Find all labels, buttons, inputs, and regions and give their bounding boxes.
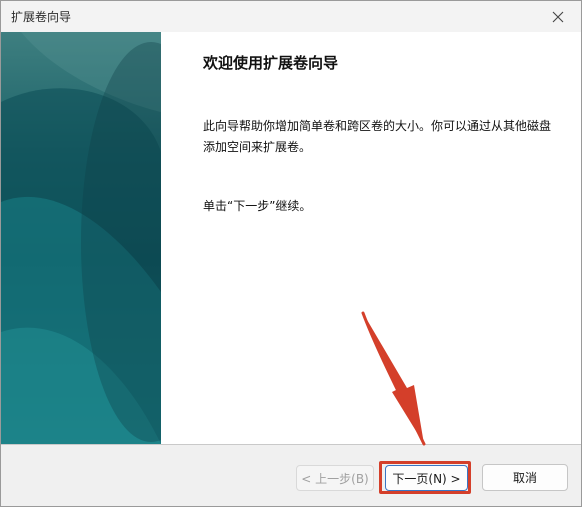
wizard-description: 此向导帮助你增加简单卷和跨区卷的大小。你可以通过从其他磁盘添加空间来扩展卷。	[203, 119, 552, 154]
back-button[interactable]: < 上一步(B)	[296, 465, 374, 491]
wizard-side-banner	[1, 32, 161, 444]
wizard-window: 扩展卷向导 欢迎使用扩展卷向导 此向导帮助你增加简单卷和跨区卷的大小。你可以通过…	[0, 0, 582, 507]
close-icon	[552, 11, 564, 22]
cancel-button[interactable]: 取消	[482, 464, 568, 491]
close-button[interactable]	[535, 1, 581, 32]
window-title: 扩展卷向导	[11, 10, 72, 24]
next-button[interactable]: 下一页(N) >	[385, 465, 468, 491]
wizard-heading: 欢迎使用扩展卷向导	[203, 54, 339, 72]
title-bar: 扩展卷向导	[1, 1, 581, 32]
wizard-instruction: 单击“下一步”继续。	[203, 199, 312, 213]
wizard-content: 欢迎使用扩展卷向导 此向导帮助你增加简单卷和跨区卷的大小。你可以通过从其他磁盘添…	[1, 32, 581, 444]
